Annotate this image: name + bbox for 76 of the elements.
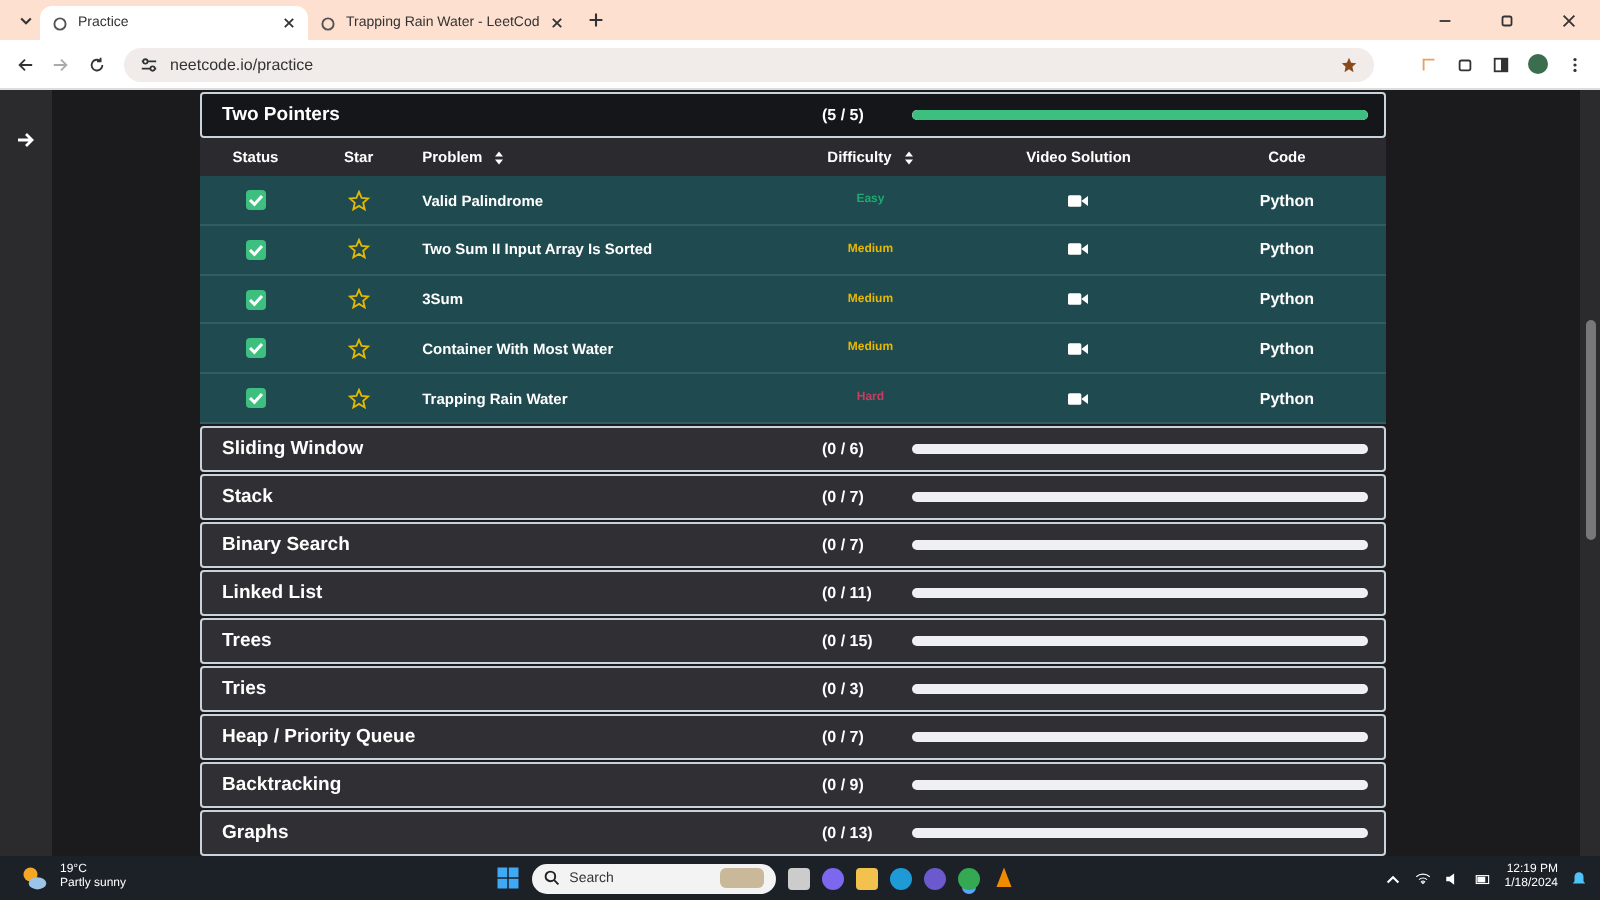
star-icon[interactable] xyxy=(347,337,370,360)
section-header[interactable]: Trees (0 / 15) xyxy=(200,618,1386,665)
back-icon[interactable] xyxy=(16,55,34,73)
wifi-icon[interactable] xyxy=(1414,869,1433,887)
reload-icon[interactable] xyxy=(88,55,106,73)
progress-count: (0 / 7) xyxy=(822,728,866,747)
favicon-icon xyxy=(52,15,68,31)
star-icon[interactable] xyxy=(347,238,370,261)
video-camera-icon[interactable] xyxy=(1068,341,1089,356)
section-header[interactable]: Sliding Window (0 / 6) xyxy=(200,426,1386,473)
start-icon[interactable] xyxy=(495,866,520,890)
section-header[interactable]: Backtracking (0 / 9) xyxy=(200,762,1386,809)
status-checkbox[interactable] xyxy=(245,190,266,211)
section-title: Heap / Priority Queue xyxy=(222,726,418,749)
section-title: Binary Search xyxy=(222,534,352,557)
video-camera-icon[interactable] xyxy=(1068,242,1089,257)
favicon-icon xyxy=(320,15,336,31)
progress-count: (0 / 9) xyxy=(822,776,866,795)
video-camera-icon[interactable] xyxy=(1068,391,1089,406)
star-icon[interactable] xyxy=(347,387,370,410)
progress-count: (0 / 11) xyxy=(822,584,874,603)
battery-icon[interactable] xyxy=(1474,869,1493,887)
star-icon[interactable] xyxy=(347,288,370,311)
restore-icon[interactable] xyxy=(1498,11,1516,29)
video-camera-icon[interactable] xyxy=(1068,292,1089,307)
star-icon[interactable] xyxy=(1340,55,1358,73)
section-title: Graphs xyxy=(222,822,291,845)
section-title: Tries xyxy=(222,678,269,701)
section-header[interactable]: Stack (0 / 7) xyxy=(200,474,1386,521)
new-tab-icon[interactable] xyxy=(588,12,604,28)
bell-icon[interactable] xyxy=(1570,869,1588,887)
section-title: Two Pointers xyxy=(222,104,342,126)
expand-arrow-icon[interactable] xyxy=(16,130,36,150)
traffic-cone-icon[interactable] xyxy=(991,866,1016,890)
section-header[interactable]: Binary Search (0 / 7) xyxy=(200,522,1386,569)
weather-icon[interactable] xyxy=(20,864,48,892)
progress-count: (0 / 7) xyxy=(822,536,866,555)
section-title: Sliding Window xyxy=(222,438,366,461)
progress-count: (0 / 15) xyxy=(822,632,875,651)
section-title: Linked List xyxy=(222,582,325,605)
close-icon[interactable] xyxy=(282,16,296,30)
status-checkbox[interactable] xyxy=(245,289,266,310)
search-icon xyxy=(543,870,560,886)
code-link[interactable]: Python xyxy=(1259,240,1314,259)
site-settings-icon[interactable] xyxy=(140,55,158,73)
section-title: Backtracking xyxy=(222,774,344,797)
video-camera-icon[interactable] xyxy=(1068,193,1089,208)
scrollbar[interactable] xyxy=(1580,90,1600,856)
close-icon[interactable] xyxy=(550,16,564,30)
sort-icon[interactable] xyxy=(903,149,914,166)
progress-count: (0 / 13) xyxy=(822,824,875,843)
code-link[interactable]: Python xyxy=(1259,290,1314,309)
section-header[interactable]: Tries (0 / 3) xyxy=(200,666,1386,713)
star-icon[interactable] xyxy=(347,189,370,212)
status-checkbox[interactable] xyxy=(245,338,266,359)
section-title: Trees xyxy=(222,630,274,653)
side-panel-icon[interactable] xyxy=(1492,55,1510,73)
status-checkbox[interactable] xyxy=(245,239,266,260)
sort-icon[interactable] xyxy=(494,149,505,166)
code-link[interactable]: Python xyxy=(1259,389,1314,408)
progress-count: (0 / 7) xyxy=(822,488,866,507)
section-header[interactable]: Two Pointers (5 / 5) xyxy=(200,92,1386,138)
address-bar[interactable]: neetcode.io/practice xyxy=(124,47,1374,81)
section-title: Stack xyxy=(222,486,275,509)
progress-count: (0 / 3) xyxy=(822,680,866,699)
status-checkbox[interactable] xyxy=(245,388,266,409)
section-header[interactable]: Graphs (0 / 13) xyxy=(200,810,1386,856)
section-header[interactable]: Linked List (0 / 11) xyxy=(200,570,1386,617)
section-header[interactable]: Heap / Priority Queue (0 / 7) xyxy=(200,714,1386,761)
tab-search-icon[interactable] xyxy=(18,12,34,28)
code-link[interactable]: Python xyxy=(1259,339,1314,358)
close-icon[interactable] xyxy=(1560,11,1578,29)
code-link[interactable]: Python xyxy=(1259,191,1314,210)
profile-avatar[interactable] xyxy=(1528,54,1548,74)
progress-count: (0 / 6) xyxy=(822,440,866,459)
progress-count: (5 / 5) xyxy=(822,106,866,124)
